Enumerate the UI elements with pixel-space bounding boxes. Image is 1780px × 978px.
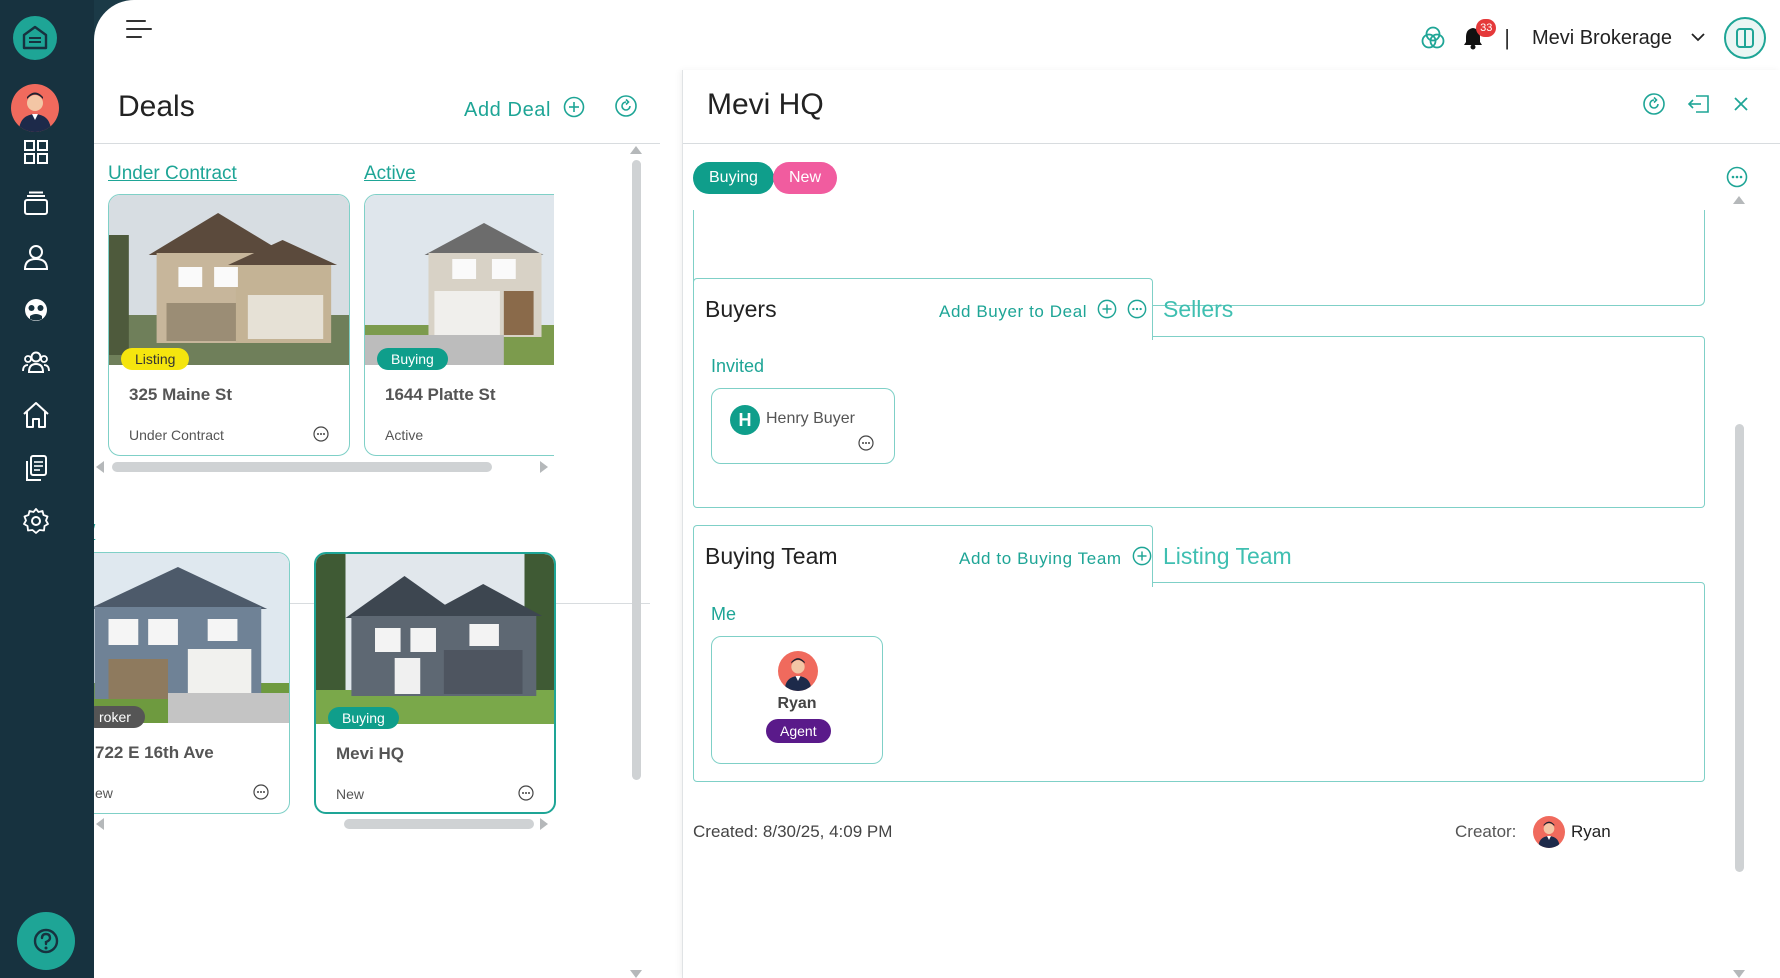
broker-tag: roker: [94, 706, 145, 728]
column-under-contract-link[interactable]: Under Contract: [108, 163, 237, 185]
team-member-name: Ryan: [777, 695, 817, 712]
more-options-icon[interactable]: [518, 785, 534, 806]
plus-circle-icon: [1097, 299, 1117, 324]
created-timestamp: Created: 8/30/25, 4:09 PM: [693, 822, 893, 841]
tab-buying-team-label: Buying Team: [705, 543, 838, 569]
support-icon[interactable]: [18, 292, 54, 328]
more-options-icon[interactable]: [253, 784, 269, 805]
tab-sellers[interactable]: Sellers: [1163, 296, 1233, 323]
deal-address: 722 E 16th Ave: [95, 743, 214, 762]
role-badge: Agent: [766, 719, 831, 743]
column-new-link[interactable]: /: [94, 522, 95, 544]
detail-actions: [1642, 92, 1750, 121]
listing-tag: Listing: [121, 348, 190, 370]
properties-icon[interactable]: [18, 397, 54, 433]
detail-header-divider: [683, 143, 1780, 144]
invited-group-label: Invited: [711, 356, 765, 376]
deal-address: 325 Maine St: [129, 385, 232, 404]
notifications-bell-icon[interactable]: 33: [1458, 19, 1497, 53]
more-options-icon[interactable]: [1726, 166, 1748, 193]
deal-status: ew: [95, 785, 113, 801]
add-deal-label: Add Deal: [464, 98, 552, 121]
deal-card-1644-platte[interactable]: Buying 1644 Platte St Active: [364, 194, 554, 456]
deal-card-clip: Buying 1644 Platte St Active: [364, 194, 554, 458]
house-photo: [365, 195, 554, 365]
deals-vertical-scrollbar[interactable]: [630, 146, 642, 978]
integrations-icon[interactable]: [1418, 23, 1448, 53]
creator-name: Ryan: [1571, 822, 1611, 841]
deal-card-325-maine[interactable]: Listing 325 Maine St Under Contract: [108, 194, 350, 456]
contacts-icon[interactable]: [18, 344, 54, 380]
deal-status: Under Contract: [129, 427, 224, 443]
refresh-icon[interactable]: [1642, 92, 1666, 121]
creator-avatar: [1533, 816, 1565, 848]
notification-count-badge: 33: [1476, 19, 1497, 37]
deal-type-pill: Buying: [693, 162, 774, 194]
documents-icon[interactable]: [18, 450, 54, 486]
deals-header-divider: [94, 143, 660, 144]
deal-status: Active: [385, 427, 424, 443]
team-member-card[interactable]: Ryan Agent: [711, 636, 883, 764]
deal-address: Mevi HQ: [336, 744, 405, 763]
deal-detail-title: Mevi HQ: [707, 88, 824, 121]
close-icon[interactable]: [1732, 95, 1750, 118]
exit-panel-icon[interactable]: [1686, 92, 1712, 121]
team-member-avatar: [778, 651, 818, 691]
deal-card-clip: roker 722 E 16th Ave ew: [94, 552, 290, 816]
deal-detail-panel: Mevi HQ Buying New Buyers Add Buyer to D…: [682, 70, 1780, 978]
more-options-icon[interactable]: [1127, 299, 1147, 324]
deal-address: 1644 Platte St: [385, 385, 496, 404]
help-icon[interactable]: [17, 912, 75, 970]
column-active-link[interactable]: Active: [364, 163, 416, 185]
dashboard-icon[interactable]: [18, 134, 54, 170]
more-options-icon[interactable]: [858, 435, 874, 456]
add-buyer-label: Add Buyer to Deal: [939, 301, 1088, 321]
house-photo: [316, 554, 554, 724]
buyer-name: Henry Buyer: [766, 410, 855, 427]
more-options-icon[interactable]: [313, 426, 329, 447]
settings-icon[interactable]: [18, 503, 54, 539]
inbox-icon[interactable]: [18, 186, 54, 222]
left-nav-rail: [0, 0, 94, 978]
refresh-icon[interactable]: [614, 94, 638, 123]
add-buyer-button[interactable]: Add Buyer to Deal: [939, 299, 1147, 324]
buying-tag: Buying: [328, 707, 399, 729]
detail-vertical-scrollbar[interactable]: [1733, 196, 1745, 978]
chevron-down-icon[interactable]: [1690, 29, 1706, 47]
deal-card-722-e-16th[interactable]: roker 722 E 16th Ave ew: [94, 552, 290, 814]
menu-toggle-icon[interactable]: [126, 20, 154, 42]
deals-row1-scrollbar[interactable]: [94, 461, 554, 473]
person-icon[interactable]: [18, 239, 54, 275]
add-deal-button[interactable]: Add Deal: [464, 96, 585, 124]
top-bar-right: 33 | Mevi Brokerage: [1418, 17, 1780, 59]
creator-label: Creator:: [1455, 822, 1517, 841]
add-to-team-label: Add to Buying Team: [959, 548, 1122, 568]
buying-tag: Buying: [377, 348, 448, 370]
brokerage-logo-icon[interactable]: [1724, 17, 1766, 59]
deal-stage-pill: New: [773, 162, 838, 194]
buyer-avatar: H: [730, 405, 760, 435]
home-logo-icon[interactable]: [13, 16, 57, 60]
deals-row2-scrollbar[interactable]: [94, 818, 554, 830]
house-photo: [94, 553, 289, 723]
brokerage-selector[interactable]: Mevi Brokerage: [1532, 27, 1672, 50]
user-avatar[interactable]: [11, 84, 59, 132]
tab-buyers-label: Buyers: [705, 296, 777, 322]
deals-title: Deals: [118, 90, 195, 123]
buyer-card[interactable]: H Henry Buyer: [711, 388, 895, 464]
deal-status: New: [336, 786, 365, 802]
plus-circle-icon: [1132, 546, 1152, 571]
tab-listing-team[interactable]: Listing Team: [1163, 543, 1292, 570]
house-photo: [109, 195, 349, 365]
plus-circle-icon: [563, 96, 585, 124]
me-group-label: Me: [711, 604, 737, 624]
deal-card-mevi-hq[interactable]: Buying Mevi HQ New: [314, 552, 556, 814]
deals-panel: Deals Add Deal Under Contract Active Lis…: [94, 70, 660, 978]
add-to-team-button[interactable]: Add to Buying Team: [959, 546, 1152, 571]
top-bar-separator: |: [1504, 25, 1510, 50]
main-canvas: 33 | Mevi Brokerage Deals Add Deal Under…: [94, 0, 1780, 978]
